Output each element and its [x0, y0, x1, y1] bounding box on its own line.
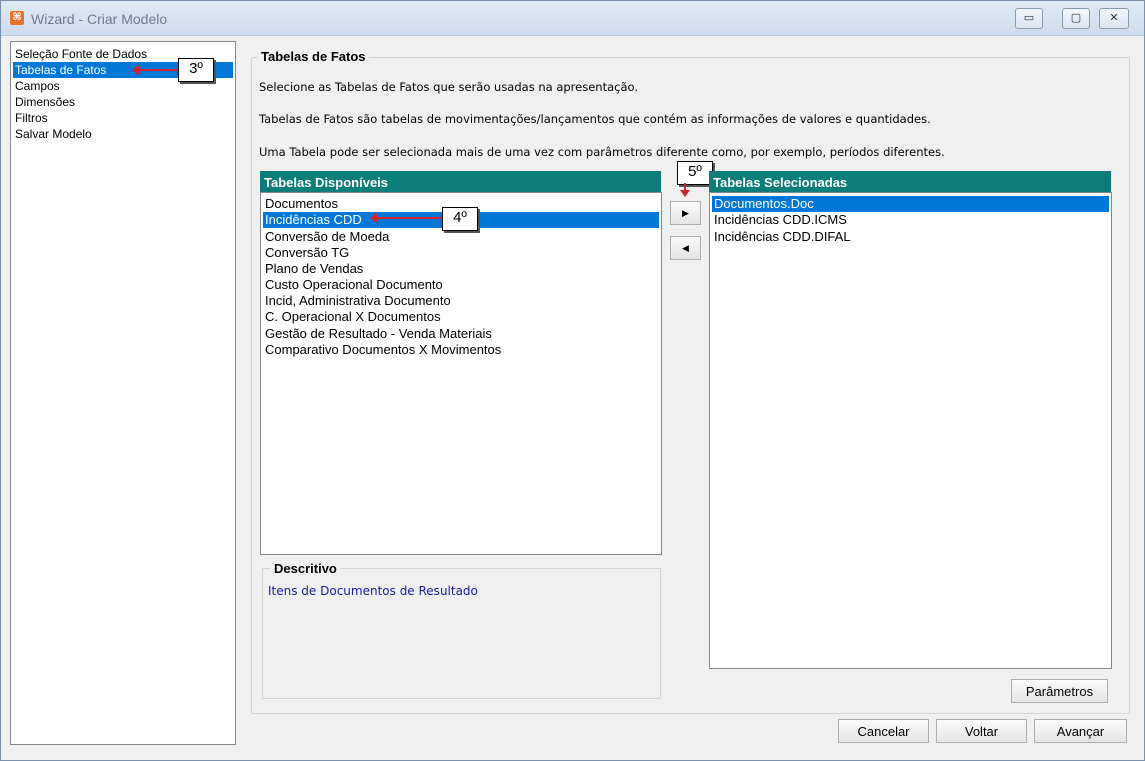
intro-text-3: Uma Tabela pode ser selecionada mais de … — [259, 145, 945, 159]
list-item[interactable]: Incidências CDD.DIFAL — [712, 229, 851, 245]
move-right-button[interactable]: ▶ — [670, 201, 701, 225]
selected-tables-header: Tabelas Selecionadas — [709, 171, 1111, 192]
window-title: Wizard - Criar Modelo — [31, 11, 168, 27]
annotation-arrow-5 — [680, 183, 690, 197]
descritivo-title: Descritivo — [270, 561, 341, 576]
group-title: Tabelas de Fatos — [258, 49, 369, 64]
minimize-button[interactable]: ▭ — [1015, 8, 1043, 29]
list-item[interactable]: Documentos.Doc — [712, 196, 1109, 212]
list-item[interactable]: C. Operacional X Documentos — [263, 309, 441, 325]
available-tables-header: Tabelas Disponíveis — [260, 171, 661, 192]
close-button[interactable]: ✕ — [1099, 8, 1129, 29]
annotation-arrow-3 — [132, 65, 178, 75]
arrow-right-icon: ▶ — [682, 208, 689, 218]
restore-button[interactable]: ▢ — [1062, 8, 1090, 29]
list-item[interactable]: Incidências CDD.ICMS — [712, 212, 847, 228]
annotation-step-5: 5º — [677, 161, 713, 185]
available-tables-list[interactable]: Documentos Incidências CDD Conversão de … — [260, 192, 662, 555]
descritivo-text: Itens de Documentos de Resultado — [268, 584, 478, 598]
selected-tables-list[interactable]: Documentos.Doc Incidências CDD.ICMS Inci… — [709, 192, 1112, 669]
annotation-step-3: 3º — [178, 58, 214, 82]
list-item[interactable]: Conversão de Moeda — [263, 229, 389, 245]
wizard-steps-list: Seleção Fonte de Dados Tabelas de Fatos … — [10, 41, 236, 745]
step-salvar-modelo[interactable]: Salvar Modelo — [13, 126, 233, 142]
list-item[interactable]: Incid, Administrativa Documento — [263, 293, 451, 309]
intro-text-2: Tabelas de Fatos são tabelas de moviment… — [259, 112, 931, 126]
step-filtros[interactable]: Filtros — [13, 110, 233, 126]
list-item[interactable]: Documentos — [263, 196, 338, 212]
step-dimensoes[interactable]: Dimensões — [13, 94, 233, 110]
arrow-left-icon: ◀ — [682, 243, 689, 253]
list-item[interactable]: Conversão TG — [263, 245, 349, 261]
move-left-button[interactable]: ◀ — [670, 236, 701, 260]
title-bar: ⌘ Wizard - Criar Modelo ▭ ▢ ✕ — [1, 1, 1144, 36]
list-item[interactable]: Custo Operacional Documento — [263, 277, 443, 293]
annotation-step-4: 4º — [442, 207, 478, 231]
back-button[interactable]: Voltar — [936, 719, 1027, 743]
cancel-button[interactable]: Cancelar — [838, 719, 929, 743]
annotation-arrow-4 — [370, 213, 442, 223]
next-button[interactable]: Avançar — [1034, 719, 1127, 743]
list-item[interactable]: Gestão de Resultado - Venda Materiais — [263, 326, 492, 342]
intro-text-1: Selecione as Tabelas de Fatos que serão … — [259, 80, 639, 94]
app-logo-icon: ⌘ — [10, 11, 24, 25]
parametros-button[interactable]: Parâmetros — [1011, 679, 1108, 703]
list-item[interactable]: Plano de Vendas — [263, 261, 363, 277]
list-item[interactable]: Comparativo Documentos X Movimentos — [263, 342, 501, 358]
